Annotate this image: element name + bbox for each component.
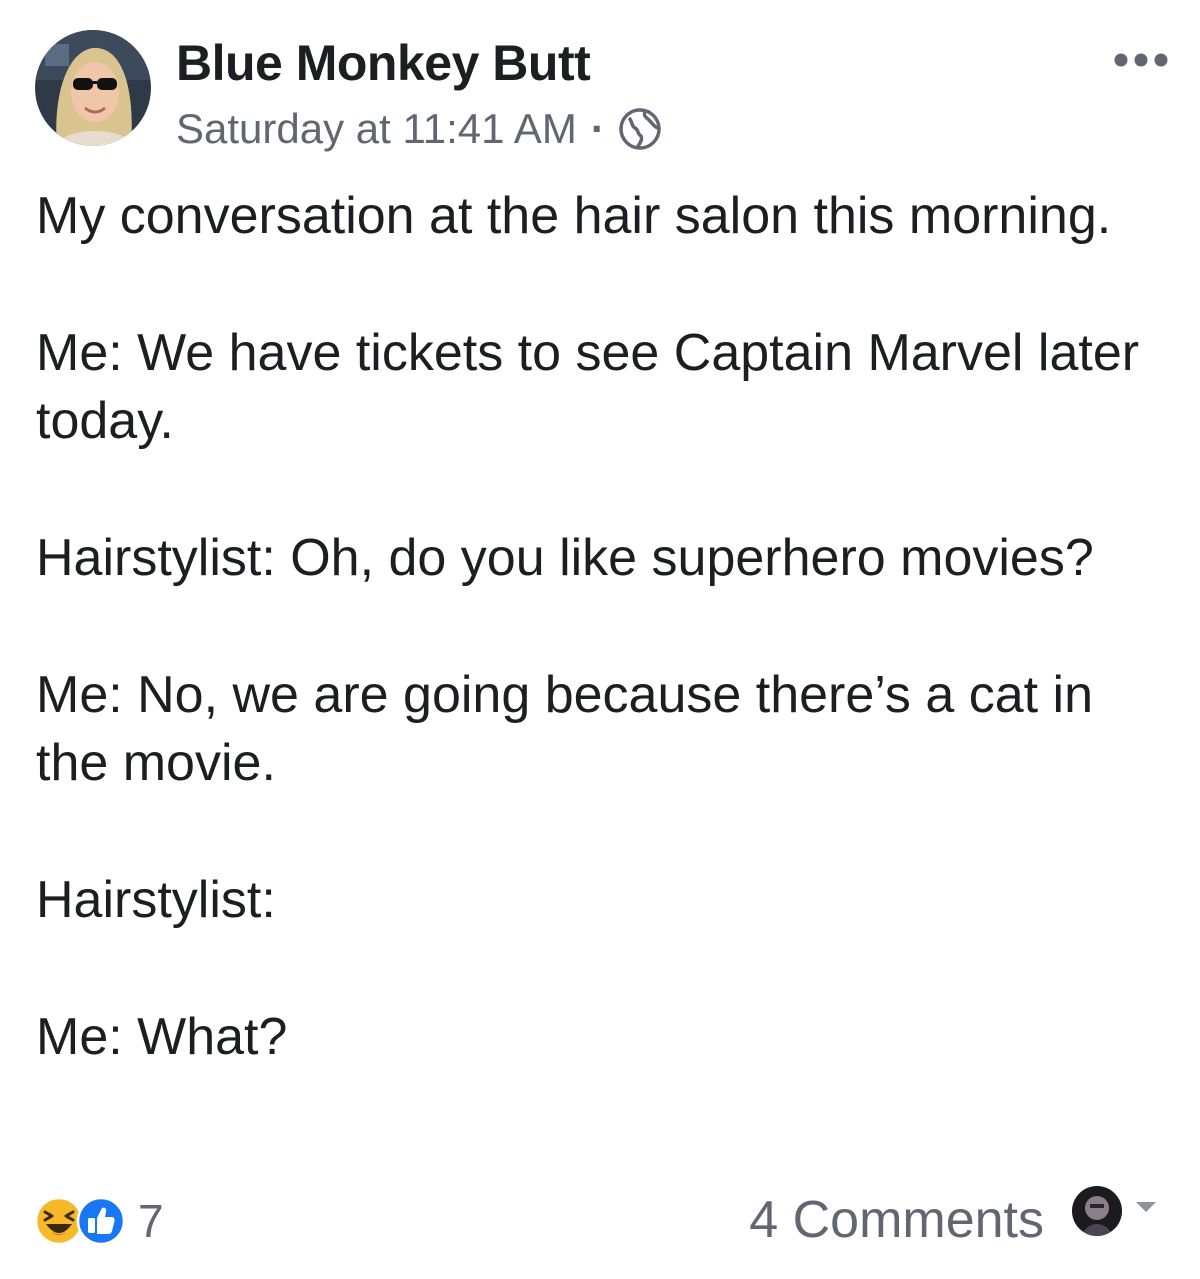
comments-count-link[interactable]: 4 Comments: [749, 1190, 1044, 1250]
facebook-post: Blue Monkey Butt Saturday at 11:41 AM · …: [0, 0, 1200, 1279]
globe-icon[interactable]: [617, 106, 663, 152]
post-paragraph: Hairstylist:: [36, 871, 276, 929]
post-meta: Saturday at 11:41 AM ·: [176, 104, 663, 154]
commenter-avatar[interactable]: [1072, 1186, 1122, 1236]
post-paragraph: Me: What?: [36, 1008, 288, 1066]
post-text: My conversation at the hair salon this m…: [36, 182, 1176, 1140]
post-paragraph: My conversation at the hair salon this m…: [36, 187, 1112, 245]
reaction-count: 7: [138, 1195, 164, 1247]
meta-separator: ·: [590, 105, 605, 152]
more-horizontal-icon[interactable]: [1112, 48, 1170, 72]
post-paragraph: Me: We have tickets to see Captain Marve…: [36, 324, 1140, 450]
post-timestamp[interactable]: Saturday at 11:41 AM: [176, 105, 577, 153]
post-paragraph: Hairstylist: Oh, do you like superhero m…: [36, 529, 1094, 587]
author-name[interactable]: Blue Monkey Butt: [176, 34, 591, 92]
like-reaction-icon: [76, 1196, 126, 1246]
caret-down-icon[interactable]: [1134, 1200, 1158, 1214]
author-avatar[interactable]: [35, 30, 151, 146]
post-paragraph: Me: No, we are going because there’s a c…: [36, 666, 1093, 792]
reactions-summary[interactable]: 7: [34, 1193, 164, 1249]
